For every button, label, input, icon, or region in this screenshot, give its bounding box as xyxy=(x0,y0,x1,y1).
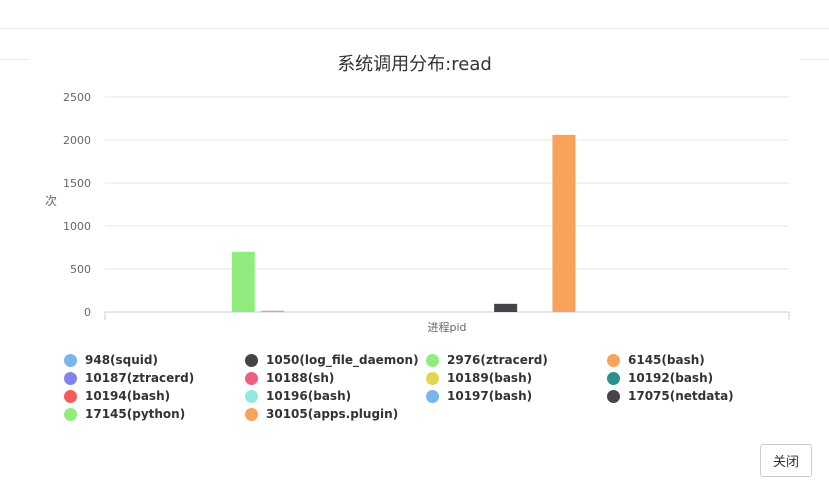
legend-swatch xyxy=(607,353,620,367)
legend-label: 948(squid) xyxy=(85,353,158,367)
bar[interactable] xyxy=(552,134,576,312)
legend-swatch xyxy=(245,371,258,385)
legend-item[interactable]: 1050(log_file_daemon) xyxy=(245,351,419,369)
legend-swatch xyxy=(64,389,77,403)
legend-item[interactable]: 17145(python) xyxy=(64,405,185,423)
legend-swatch xyxy=(426,371,439,385)
y-tick-label: 0 xyxy=(84,306,91,319)
legend-label: 10196(bash) xyxy=(266,389,352,403)
legend-item[interactable]: 6145(bash) xyxy=(607,351,705,369)
legend-label: 30105(apps.plugin) xyxy=(266,407,399,421)
y-axis-label: 次 xyxy=(45,194,57,208)
legend-item[interactable]: 10188(sh) xyxy=(245,369,334,387)
legend-swatch xyxy=(245,353,258,367)
legend-item[interactable]: 2976(ztracerd) xyxy=(426,351,548,369)
legend-item[interactable]: 17075(netdata) xyxy=(607,387,734,405)
x-axis-label: 进程pid xyxy=(427,321,466,334)
y-tick-label: 1500 xyxy=(63,177,91,190)
bar[interactable] xyxy=(260,310,284,312)
bar-chart: 0 500 1000 1500 2000 2500 次进程pid xyxy=(45,91,790,334)
legend-item[interactable]: 10197(bash) xyxy=(426,387,532,405)
y-tick-label: 2000 xyxy=(63,134,91,147)
legend-swatch xyxy=(245,389,258,403)
legend-item[interactable]: 30105(apps.plugin) xyxy=(245,405,398,423)
legend-label: 10187(ztracerd) xyxy=(85,371,195,385)
legend-label: 10188(sh) xyxy=(266,371,335,385)
legend-swatch xyxy=(426,389,439,403)
y-tick-label: 500 xyxy=(70,263,91,276)
legend-label: 6145(bash) xyxy=(628,353,705,367)
y-tick-label: 1000 xyxy=(63,220,91,233)
legend-label: 17075(netdata) xyxy=(628,389,734,403)
legend-item[interactable]: 10194(bash) xyxy=(64,387,170,405)
legend-item[interactable]: 10187(ztracerd) xyxy=(64,369,194,387)
close-button[interactable]: 关闭 xyxy=(760,444,812,477)
legend-swatch xyxy=(426,353,439,367)
legend-swatch xyxy=(607,389,620,403)
legend-label: 10197(bash) xyxy=(447,389,533,403)
y-tick-label: 2500 xyxy=(63,91,91,104)
legend-item[interactable]: 10196(bash) xyxy=(245,387,351,405)
legend-label: 17145(python) xyxy=(85,407,186,421)
bar[interactable] xyxy=(494,303,518,312)
legend-label: 2976(ztracerd) xyxy=(447,353,548,367)
legend-swatch xyxy=(607,371,620,385)
legend-swatch xyxy=(64,353,77,367)
legend-label: 10194(bash) xyxy=(85,389,171,403)
bar[interactable] xyxy=(231,251,255,312)
legend-item[interactable]: 948(squid) xyxy=(64,351,158,369)
legend-label: 10192(bash) xyxy=(628,371,714,385)
legend-swatch xyxy=(64,371,77,385)
legend-item[interactable]: 10189(bash) xyxy=(426,369,532,387)
legend-label: 10189(bash) xyxy=(447,371,533,385)
legend-item[interactable]: 10192(bash) xyxy=(607,369,713,387)
legend-swatch xyxy=(64,407,77,421)
legend-swatch xyxy=(245,407,258,421)
legend-label: 1050(log_file_daemon) xyxy=(266,353,419,367)
